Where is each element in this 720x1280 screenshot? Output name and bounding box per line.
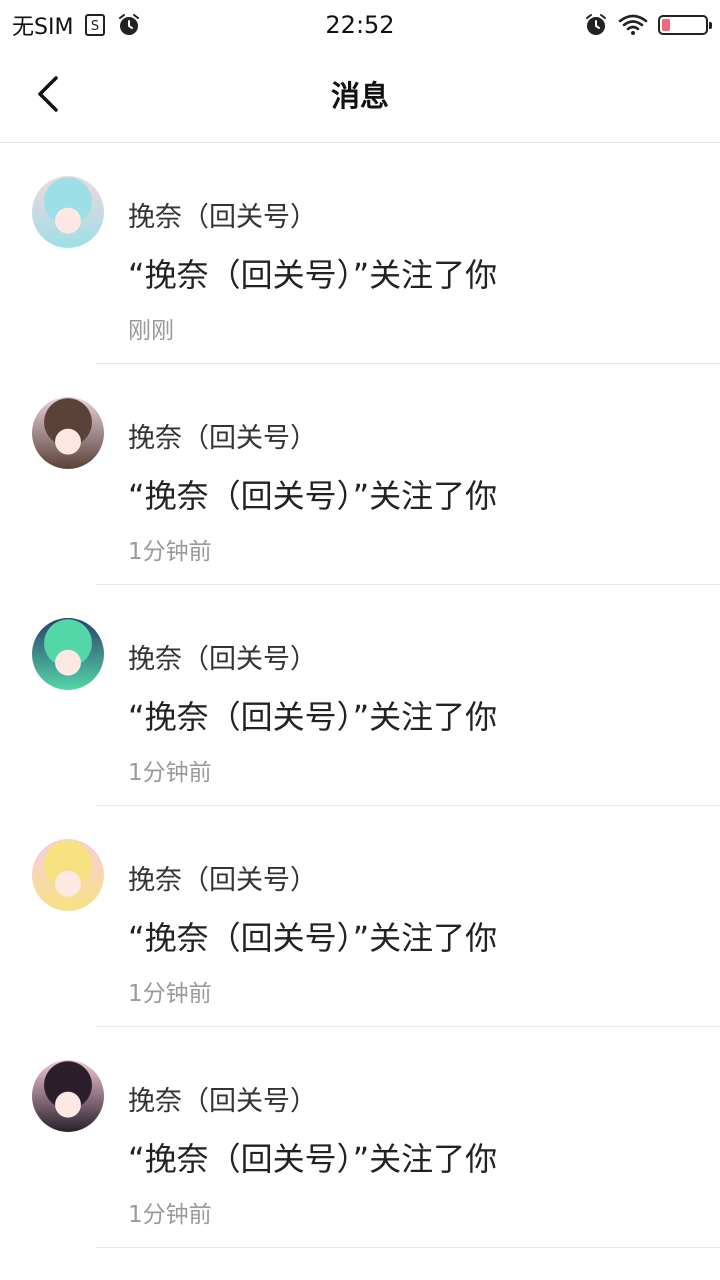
wifi-icon	[618, 13, 648, 37]
list-item[interactable]: 挽奈（回关号） “挽奈（回关号）”关注了你 1分钟前	[0, 806, 720, 1027]
message-time: 1分钟前	[128, 760, 212, 786]
carrier-label: 无SIM	[12, 15, 74, 40]
alarm-icon	[117, 13, 141, 37]
sender-name[interactable]: 挽奈（回关号）	[128, 195, 317, 234]
message-time: 1分钟前	[128, 1202, 212, 1228]
list-item[interactable]: 挽奈（回关号） “挽奈（回关号）”关注了你 1分钟前	[0, 364, 720, 585]
message-text: “挽奈（回关号）”关注了你	[128, 1140, 498, 1178]
divider	[96, 1247, 720, 1248]
avatar[interactable]	[32, 1060, 104, 1132]
sender-name[interactable]: 挽奈（回关号）	[128, 1079, 317, 1118]
status-right	[584, 13, 712, 37]
page-title: 消息	[330, 79, 389, 113]
battery-fill	[662, 19, 670, 31]
avatar[interactable]	[32, 176, 104, 248]
alarm-icon	[584, 13, 608, 37]
list-item[interactable]: 挽奈（回关号） “挽奈（回关号）”关注了你 1分钟前	[0, 1027, 720, 1248]
message-time: 1分钟前	[128, 981, 212, 1007]
list-item[interactable]: 挽奈（回关号） “挽奈（回关号）”关注了你 1分钟前	[0, 585, 720, 806]
sender-name[interactable]: 挽奈（回关号）	[128, 637, 317, 676]
message-list: 挽奈（回关号） “挽奈（回关号）”关注了你 刚刚 挽奈（回关号） “挽奈（回关号…	[0, 143, 720, 1248]
message-time: 刚刚	[128, 318, 174, 344]
sim-icon: S	[83, 13, 107, 37]
svg-text:S: S	[91, 19, 99, 34]
sender-name[interactable]: 挽奈（回关号）	[128, 416, 317, 455]
avatar[interactable]	[32, 839, 104, 911]
sender-name[interactable]: 挽奈（回关号）	[128, 858, 317, 897]
status-left: 无SIM S	[12, 9, 141, 41]
message-text: “挽奈（回关号）”关注了你	[128, 256, 498, 294]
list-item[interactable]: 挽奈（回关号） “挽奈（回关号）”关注了你 刚刚	[0, 143, 720, 364]
avatar[interactable]	[32, 397, 104, 469]
avatar[interactable]	[32, 618, 104, 690]
battery-icon	[658, 15, 712, 35]
status-bar: 无SIM S 22:52	[0, 0, 720, 50]
nav-bar: 消息	[0, 50, 720, 143]
message-text: “挽奈（回关号）”关注了你	[128, 698, 498, 736]
message-text: “挽奈（回关号）”关注了你	[128, 919, 498, 957]
message-time: 1分钟前	[128, 539, 212, 565]
message-text: “挽奈（回关号）”关注了你	[128, 477, 498, 515]
